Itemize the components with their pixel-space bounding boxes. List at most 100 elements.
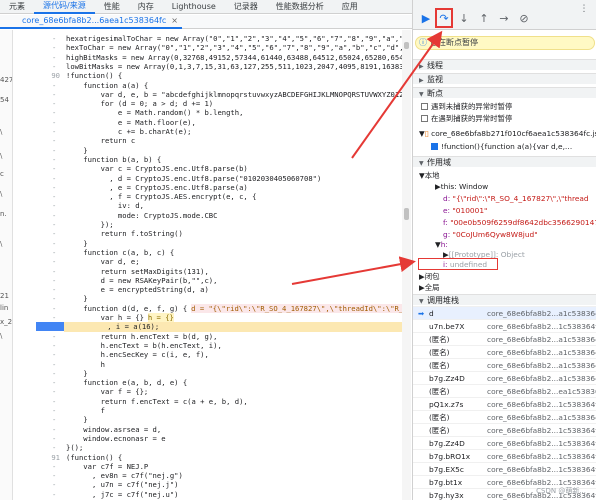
line-number[interactable]: 91 xyxy=(16,453,60,462)
line-marker[interactable]: - xyxy=(52,192,56,201)
scrollbar-thumb[interactable] xyxy=(404,208,409,220)
breakpoints-section[interactable]: ▼ 断点 xyxy=(413,87,596,98)
line-marker[interactable]: - xyxy=(52,387,56,396)
step-icon[interactable]: → xyxy=(497,12,511,26)
checkbox[interactable] xyxy=(421,103,428,110)
line-marker[interactable]: - xyxy=(52,332,56,341)
line-marker[interactable]: - xyxy=(52,341,56,350)
callstack-frame[interactable]: (匿名) core_68e6bfa8b2...a1c538364fc xyxy=(413,358,596,372)
line-marker[interactable]: - xyxy=(52,229,56,238)
callstack-frame[interactable]: b7g.Zz4D core_68e6bfa8b2...1c538364fc xyxy=(413,436,596,450)
line-marker[interactable]: - xyxy=(52,471,56,480)
file-tab[interactable]: core_68e6bfa8b2...6aea1c538364fc × xyxy=(0,15,182,29)
line-marker[interactable]: - xyxy=(52,406,56,415)
devtools-tab[interactable]: 元素 xyxy=(0,0,34,14)
callstack-frame[interactable]: b7g.bRO1x core_68e6bfa8b2...1c538364fc xyxy=(413,449,596,463)
line-marker[interactable]: - xyxy=(52,53,56,62)
line-marker[interactable]: - xyxy=(52,276,56,285)
callstack-frame[interactable]: u7n.be7X core_68e6bfa8b2...1c538364fc xyxy=(413,319,596,333)
line-marker[interactable]: - xyxy=(52,34,56,43)
breakpoint-entry[interactable]: !function(){function a(a){var d,e,… xyxy=(413,141,596,152)
line-marker[interactable]: - xyxy=(52,248,56,257)
scope-local[interactable]: ▼本地 xyxy=(413,170,596,181)
line-marker[interactable]: - xyxy=(52,43,56,52)
line-marker[interactable]: - xyxy=(52,350,56,359)
devtools-tab[interactable]: 性能 xyxy=(95,0,129,14)
scope-var-f[interactable]: f: "00e0b509f6259df8642dbc35662901477df xyxy=(413,217,596,228)
callstack-frame[interactable]: pQ1x.z7s core_68e6bfa8b2...1c538364fc xyxy=(413,397,596,411)
close-icon[interactable]: × xyxy=(171,16,178,25)
scope-var-d[interactable]: d: "{\"rid\":\"R_SO_4_167827\",\"thread xyxy=(413,193,596,204)
line-marker[interactable]: - xyxy=(52,490,56,499)
devtools-tab[interactable]: 源代码/来源 xyxy=(34,0,95,14)
line-marker[interactable]: - xyxy=(52,294,56,303)
scope-section[interactable]: ▼ 作用域 xyxy=(413,156,596,167)
line-marker[interactable]: - xyxy=(52,62,56,71)
devtools-tab[interactable]: 记录器 xyxy=(225,0,267,14)
code-editor[interactable]: - - - -90- - - - - - - - - - - - - - - - - - - - - - - - - - - - - - - - - -… xyxy=(14,30,412,500)
line-number[interactable]: 90 xyxy=(16,71,60,80)
pause-caught-option[interactable]: 在遇到捕获的异常时暂停 xyxy=(413,113,596,124)
line-marker[interactable]: - xyxy=(52,136,56,145)
line-marker[interactable]: - xyxy=(52,81,56,90)
checkbox-checked[interactable] xyxy=(431,143,438,150)
line-marker[interactable]: - xyxy=(52,378,56,387)
line-marker[interactable]: - xyxy=(52,369,56,378)
current-line-marker[interactable] xyxy=(36,322,64,332)
line-marker[interactable]: - xyxy=(52,90,56,99)
watch-section[interactable]: ▶ 监视 xyxy=(413,73,596,84)
line-marker[interactable]: - xyxy=(52,480,56,489)
callstack-frame[interactable]: (匿名) core_68e6bfa8b2...1c538364fc xyxy=(413,423,596,437)
devtools-tab[interactable]: 应用 xyxy=(333,0,367,14)
line-marker[interactable]: - xyxy=(52,313,56,322)
line-marker[interactable]: - xyxy=(52,239,56,248)
line-marker[interactable]: - xyxy=(52,462,56,471)
callstack-frame[interactable]: (匿名) core_68e6bfa8b2...a1c538364fc xyxy=(413,410,596,424)
line-gutter[interactable]: - - - -90- - - - - - - - - - - - - - - - - - - - - - - - - - - - - - - - - -… xyxy=(14,30,64,500)
line-marker[interactable]: - xyxy=(52,360,56,369)
line-marker[interactable]: - xyxy=(52,183,56,192)
callstack-section[interactable]: ▼ 调用堆栈 xyxy=(413,294,596,305)
line-marker[interactable]: - xyxy=(52,220,56,229)
pause-uncaught-option[interactable]: 遇到未捕获的异常时暂停 xyxy=(413,101,596,112)
checkbox[interactable] xyxy=(421,115,428,122)
line-marker[interactable]: - xyxy=(52,201,56,210)
line-marker[interactable]: - xyxy=(52,304,56,313)
threads-section[interactable]: ▶ 线程 xyxy=(413,59,596,70)
callstack-frame[interactable]: ➡ d core_68e6bfa8b2...a1c538364fc xyxy=(413,306,596,320)
line-marker[interactable]: - xyxy=(52,108,56,117)
line-marker[interactable]: - xyxy=(52,425,56,434)
line-marker[interactable]: - xyxy=(52,211,56,220)
line-marker[interactable]: - xyxy=(52,146,56,155)
line-marker[interactable]: - xyxy=(52,397,56,406)
callstack-frame[interactable]: b7g.EX5c core_68e6bfa8b2...1c538364fc xyxy=(413,462,596,476)
editor-scrollbar[interactable] xyxy=(402,30,411,500)
line-marker[interactable]: - xyxy=(52,174,56,183)
resume-icon[interactable]: ▶ xyxy=(419,12,433,26)
callstack-frame[interactable]: b7g.Zz4D core_68e6bfa8b2...a1c538364fc xyxy=(413,371,596,385)
callstack-frame[interactable]: (匿名) core_68e6bfa8b2...a1c538364fc xyxy=(413,345,596,359)
line-marker[interactable]: - xyxy=(52,99,56,108)
scope-global[interactable]: ▶全局 xyxy=(413,282,596,293)
breakpoint-file[interactable]: ▼▯ core_68e6bfa8b271f010cf6aea1c538364fc… xyxy=(413,128,596,139)
line-marker[interactable]: - xyxy=(52,415,56,424)
step-out-icon[interactable]: ↑ xyxy=(477,12,491,26)
callstack-frame[interactable]: (匿名)core_68e6bfa8b2...ea1c538364fc xyxy=(413,384,596,398)
scope-var-e[interactable]: e: "010001" xyxy=(413,205,596,216)
line-marker[interactable]: - xyxy=(52,127,56,136)
line-marker[interactable]: - xyxy=(52,443,56,452)
line-marker[interactable]: - xyxy=(52,267,56,276)
more-options-icon[interactable]: ⋮ xyxy=(577,2,591,16)
scope-this[interactable]: ▶this: Window xyxy=(413,181,596,192)
line-marker[interactable]: - xyxy=(52,118,56,127)
line-marker[interactable]: - xyxy=(52,257,56,266)
line-marker[interactable]: - xyxy=(52,285,56,294)
deactivate-breakpoints-icon[interactable]: ⊘ xyxy=(517,12,531,26)
step-into-icon[interactable]: ↓ xyxy=(457,12,471,26)
devtools-tab[interactable]: 性能数据分析 xyxy=(267,0,333,14)
scope-closure[interactable]: ▶闭包 xyxy=(413,271,596,282)
line-marker[interactable]: - xyxy=(52,434,56,443)
callstack-frame[interactable]: (匿名) core_68e6bfa8b2...a1c538364fc xyxy=(413,332,596,346)
devtools-tab[interactable]: Lighthouse xyxy=(163,0,225,14)
devtools-tab[interactable]: 内存 xyxy=(129,0,163,14)
